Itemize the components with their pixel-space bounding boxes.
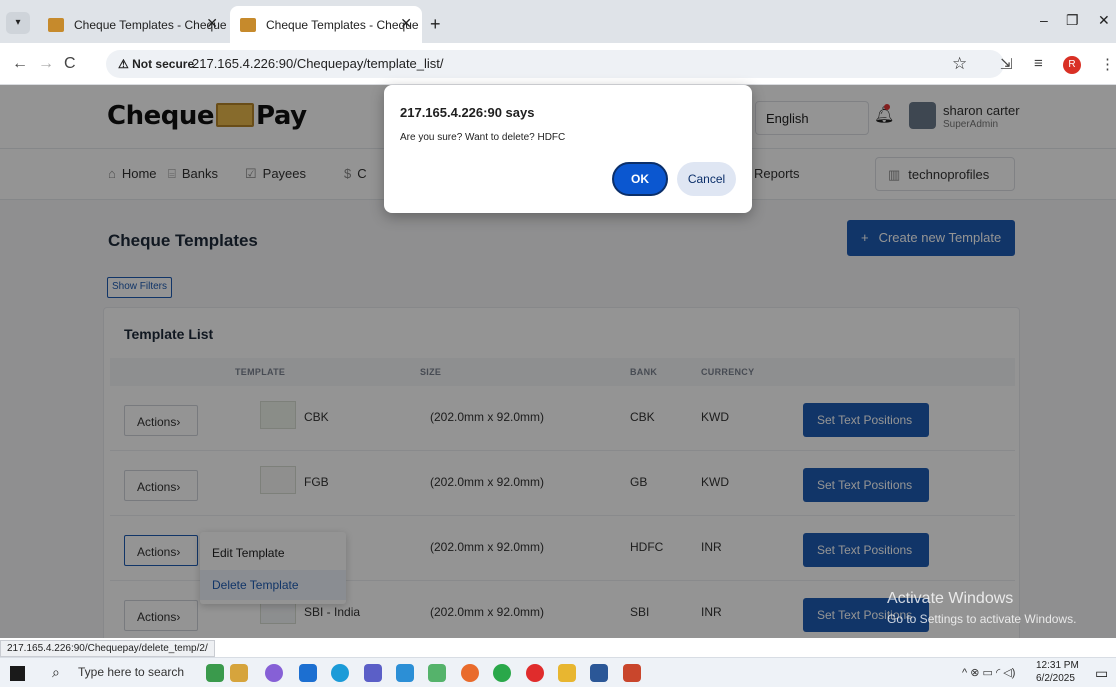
cancel-button[interactable]: Cancel	[677, 162, 736, 196]
chrome-icon[interactable]	[493, 664, 511, 682]
windows-taskbar: ⌕ Type here to search ^ ⊗ ▭ ◜ ◁) 12:31 P…	[0, 657, 1116, 687]
file-explorer-icon[interactable]	[558, 664, 576, 682]
copilot-icon[interactable]	[265, 664, 283, 682]
system-tray-icons[interactable]: ^ ⊗ ▭ ◜ ◁)	[962, 666, 1015, 679]
vscode-icon[interactable]	[396, 664, 414, 682]
close-window-icon[interactable]: ✕	[1098, 12, 1110, 29]
notification-center-icon[interactable]: ▭	[1095, 665, 1108, 682]
browser-tab-2-active[interactable]: Cheque Templates - Cheque Pa ✕	[230, 6, 422, 43]
address-bar-row: ← → C ⚠ Not secure 217.165.4.226:90/Cheq…	[0, 43, 1116, 85]
widgets-icon[interactable]	[206, 664, 224, 682]
taskbar-search-input[interactable]: Type here to search	[78, 665, 184, 679]
tab-title: Cheque Templates - Cheque Pa	[266, 18, 422, 32]
windows-start-icon[interactable]	[10, 666, 25, 681]
powerpoint-icon[interactable]	[623, 664, 641, 682]
search-icon: ⌕	[52, 664, 60, 680]
reading-list-icon[interactable]: ≡	[1034, 55, 1043, 72]
reload-icon[interactable]: C	[64, 55, 76, 73]
profile-avatar[interactable]: R	[1063, 56, 1081, 74]
extensions-icon[interactable]: ⇲	[1000, 55, 1013, 73]
widgets-icon[interactable]	[230, 664, 248, 682]
clock-time[interactable]: 12:31 PM	[1036, 660, 1079, 671]
new-tab-button[interactable]: +	[430, 14, 441, 35]
browser-menu-icon[interactable]: ⋮	[1100, 55, 1115, 73]
tab-title: Cheque Templates - Cheque Pa	[74, 18, 228, 32]
restore-icon[interactable]: ❐	[1066, 12, 1079, 29]
confirm-dialog: 217.165.4.226:90 says Are you sure? Want…	[384, 85, 752, 213]
minimize-icon[interactable]: –	[1040, 12, 1048, 28]
dialog-message: Are you sure? Want to delete? HDFC	[400, 132, 566, 143]
not-secure-badge[interactable]: ⚠ Not secure	[118, 57, 194, 71]
firefox-icon[interactable]	[461, 664, 479, 682]
browser-tab-bar: ▾ Cheque Templates - Cheque Pa ✕ Cheque …	[0, 0, 1116, 43]
bookmark-star-icon[interactable]: ☆	[952, 54, 967, 74]
teams-icon[interactable]	[364, 664, 382, 682]
dialog-title: 217.165.4.226:90 says	[400, 105, 535, 120]
favicon-icon	[240, 18, 256, 32]
url-input[interactable]: ⚠ Not secure 217.165.4.226:90/Chequepay/…	[106, 50, 1004, 78]
tab-search-button[interactable]: ▾	[6, 12, 30, 34]
edge-icon[interactable]	[331, 664, 349, 682]
outlook-icon[interactable]	[299, 664, 317, 682]
close-tab-icon[interactable]: ✕	[400, 15, 412, 32]
activate-windows-title: Activate Windows	[887, 590, 1014, 607]
url-text: 217.165.4.226:90/Chequepay/template_list…	[192, 56, 444, 71]
browser-tab-1[interactable]: Cheque Templates - Cheque Pa ✕	[38, 6, 228, 43]
clock-date[interactable]: 6/2/2025	[1036, 673, 1075, 684]
activate-windows-subtitle: Go to Settings to activate Windows.	[887, 612, 1077, 626]
opera-icon[interactable]	[526, 664, 544, 682]
close-tab-icon[interactable]: ✕	[206, 15, 218, 32]
app-icon[interactable]	[428, 664, 446, 682]
ok-button[interactable]: OK	[612, 162, 668, 196]
back-icon[interactable]: ←	[12, 55, 28, 73]
forward-icon[interactable]: →	[38, 55, 54, 73]
favicon-icon	[48, 18, 64, 32]
word-icon[interactable]	[590, 664, 608, 682]
link-status-url: 217.165.4.226:90/Chequepay/delete_temp/2…	[0, 640, 215, 657]
